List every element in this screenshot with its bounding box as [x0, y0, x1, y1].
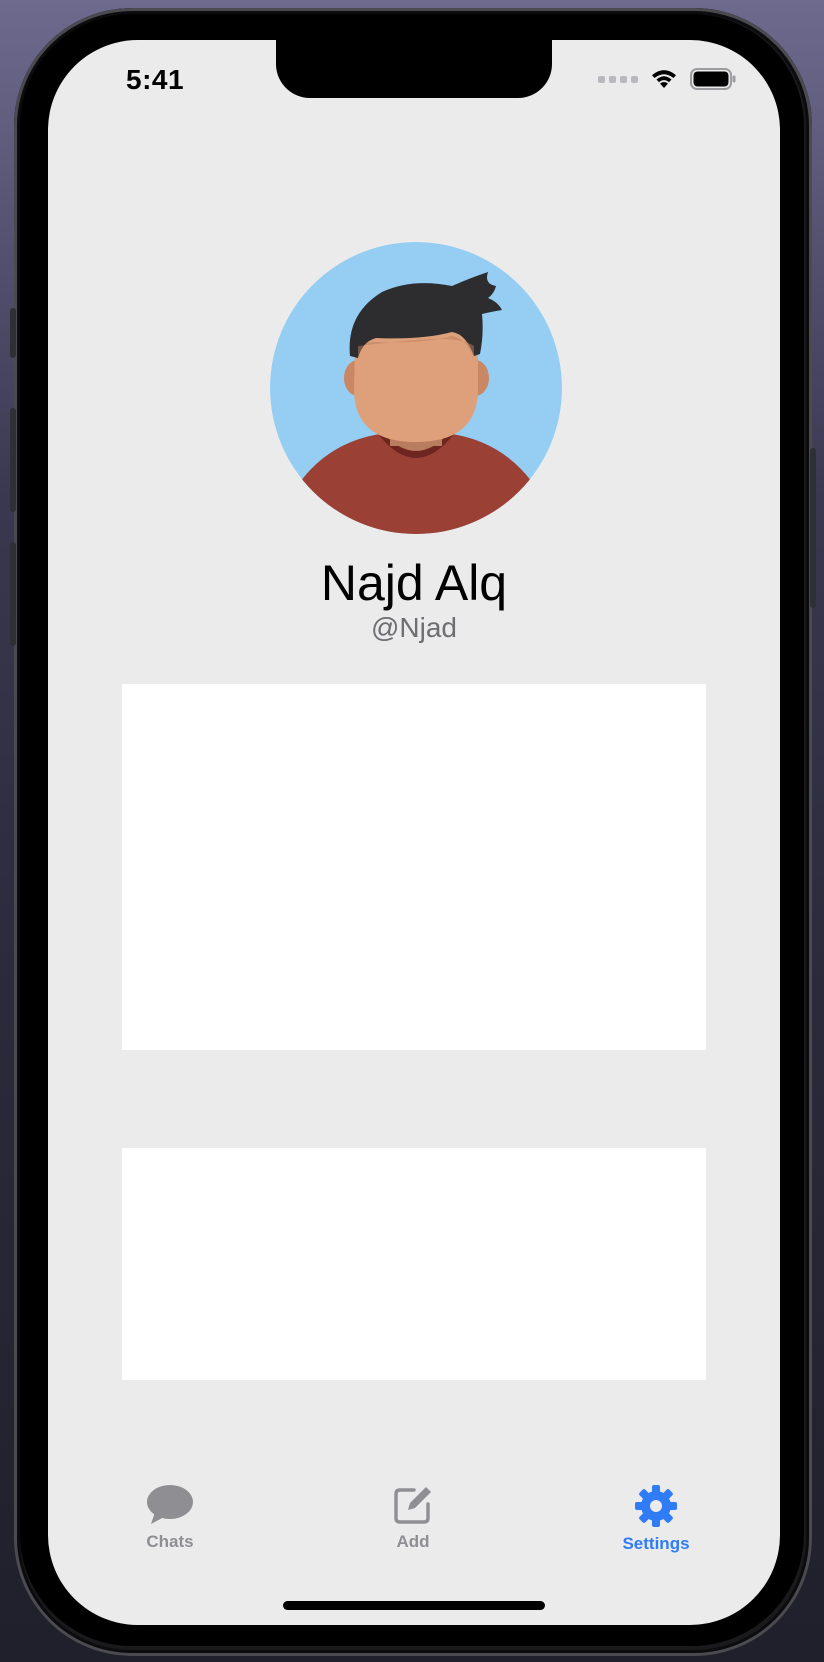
wifi-icon — [652, 70, 676, 88]
side-button — [10, 308, 16, 358]
tab-chats[interactable]: Chats — [100, 1484, 240, 1552]
profile-handle: @Njad — [370, 612, 457, 643]
battery-icon — [690, 68, 736, 90]
home-indicator[interactable] — [283, 1601, 545, 1610]
power-button — [810, 448, 816, 608]
volume-down-button — [10, 542, 16, 646]
volume-up-button — [10, 408, 16, 512]
person-avatar-icon — [270, 242, 562, 534]
tab-bar: Chats Add Settings — [48, 1484, 780, 1574]
tab-settings-label: Settings — [622, 1534, 690, 1553]
compose-icon — [394, 1487, 431, 1524]
avatar[interactable] — [270, 242, 562, 534]
tab-add[interactable]: Add — [343, 1484, 483, 1552]
profile-name: Najd Alq — [320, 555, 508, 611]
gear-icon — [635, 1485, 677, 1527]
tab-add-label: Add — [396, 1532, 430, 1551]
settings-card-primary — [122, 684, 706, 1050]
app-screen: 5:41 Najd Alq @Njad Chats Add Settings — [48, 40, 780, 1625]
notch — [276, 40, 552, 98]
status-time: 5:41 — [126, 64, 185, 95]
settings-card-secondary — [122, 1148, 706, 1380]
chat-bubble-icon — [147, 1485, 193, 1524]
tab-chats-label: Chats — [146, 1532, 194, 1551]
cellular-signal-icon — [598, 75, 638, 83]
tab-settings[interactable]: Settings — [586, 1484, 726, 1554]
status-icons — [598, 68, 736, 90]
